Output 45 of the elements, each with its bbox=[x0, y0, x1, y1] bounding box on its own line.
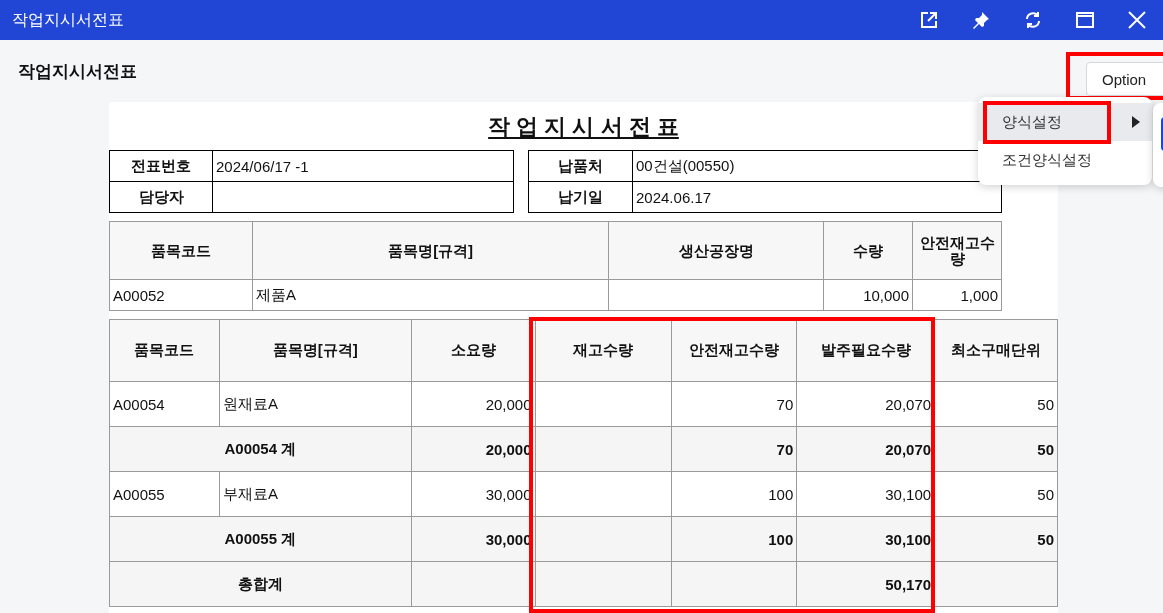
document-title: 작 업 지 시 서 전 표 bbox=[488, 114, 679, 139]
field-label: 전표번호 bbox=[109, 150, 213, 182]
total-label: 총합계 bbox=[109, 561, 412, 607]
column-header: 최소구매단위 bbox=[934, 319, 1058, 382]
table-cell: 70 bbox=[671, 381, 797, 427]
option-button[interactable]: Option bbox=[1086, 62, 1163, 96]
subtotal-label: A00054 계 bbox=[109, 426, 412, 472]
table-cell: 10,000 bbox=[823, 279, 913, 311]
table-cell: 원재료A bbox=[219, 381, 412, 427]
table-cell: 70 bbox=[671, 426, 797, 472]
field-label: 납품처 bbox=[528, 150, 633, 182]
table-cell: A00055 bbox=[109, 471, 220, 517]
table-cell: A00052 bbox=[109, 279, 253, 311]
table-cell: 100 bbox=[671, 471, 797, 517]
refresh-icon[interactable] bbox=[1024, 11, 1042, 29]
column-header: 품목코드 bbox=[109, 319, 220, 382]
column-header: 안전재고수량 bbox=[671, 319, 797, 382]
external-link-icon[interactable] bbox=[920, 11, 938, 29]
column-header: 안전재고수량 bbox=[912, 221, 1002, 280]
column-header: 생산공장명 bbox=[608, 221, 824, 280]
field-value: 2024/06/17 -1 bbox=[212, 150, 514, 182]
subtotal-label: A00055 계 bbox=[109, 516, 412, 562]
maximize-icon[interactable] bbox=[1076, 11, 1094, 29]
column-header: 품목명[규격] bbox=[219, 319, 412, 382]
column-header: 품목코드 bbox=[109, 221, 253, 280]
table-cell: 제품A bbox=[252, 279, 609, 311]
table-cell: 부재료A bbox=[219, 471, 412, 517]
page-heading: 작업지시서전표 bbox=[18, 60, 137, 83]
column-header: 소요량 bbox=[411, 319, 536, 382]
field-label: 담당자 bbox=[109, 181, 213, 213]
table-cell: 50 bbox=[934, 426, 1058, 472]
column-header: 재고수량 bbox=[535, 319, 672, 382]
table-cell: 50 bbox=[934, 516, 1058, 562]
table-cell: 100 bbox=[671, 516, 797, 562]
field-label: 납기일 bbox=[528, 181, 633, 213]
column-header: 품목명[규격] bbox=[252, 221, 609, 280]
table-cell: A00054 bbox=[109, 381, 220, 427]
pin-icon[interactable] bbox=[972, 11, 990, 29]
table-cell: 50 bbox=[934, 381, 1058, 427]
close-icon[interactable] bbox=[1128, 11, 1146, 29]
table-cell: 50 bbox=[934, 471, 1058, 517]
column-header: 수량 bbox=[823, 221, 913, 280]
window-title: 작업지시서전표 bbox=[12, 9, 125, 30]
menu-item[interactable]: 양식설정 bbox=[978, 103, 1152, 141]
table-cell: 1,000 bbox=[912, 279, 1002, 311]
